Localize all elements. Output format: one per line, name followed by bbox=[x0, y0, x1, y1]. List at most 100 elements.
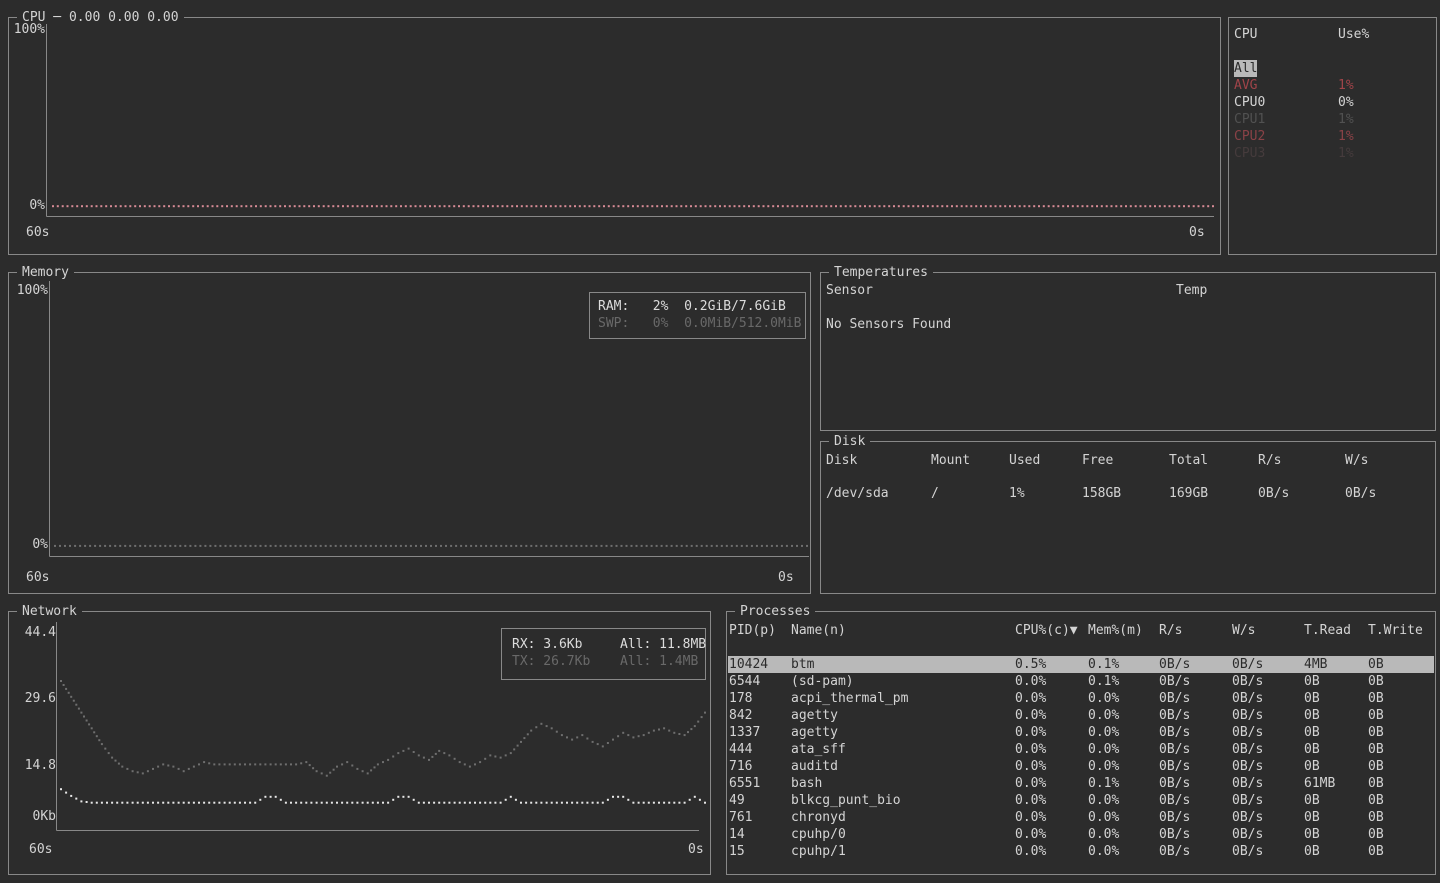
process-cell: 0B bbox=[1368, 775, 1434, 792]
selected-entry-highlight: All bbox=[1234, 60, 1257, 77]
process-row[interactable]: 1337agetty0.0%0.0%0B/s0B/s0B0B bbox=[728, 724, 1434, 741]
cpu-xlabel-right: 0s bbox=[1189, 224, 1205, 241]
network-xlabel-right: 0s bbox=[688, 841, 704, 858]
process-cell: 0B bbox=[1368, 673, 1434, 690]
process-cell: 0B bbox=[1304, 741, 1368, 758]
network-tx-current: TX: 26.7Kb bbox=[512, 653, 590, 670]
processes-header-row: PID(p) Name(n) CPU%(c)▼ Mem%(m) R/s W/s … bbox=[728, 622, 1434, 639]
process-cell: bash bbox=[791, 775, 1015, 792]
process-cell: 0B/s bbox=[1232, 809, 1304, 826]
process-row[interactable]: 6544(sd-pam)0.0%0.1%0B/s0B/s0B0B bbox=[728, 673, 1434, 690]
cpu-legend-name: CPU3 bbox=[1234, 145, 1338, 162]
process-cell: 1337 bbox=[729, 724, 791, 741]
cpu-legend-name: All bbox=[1234, 60, 1338, 77]
process-cell: 6551 bbox=[729, 775, 791, 792]
process-cell: 0B bbox=[1304, 690, 1368, 707]
process-cell: blkcg_punt_bio bbox=[791, 792, 1015, 809]
temperatures-empty-message: No Sensors Found bbox=[826, 316, 951, 333]
process-row[interactable]: 842agetty0.0%0.0%0B/s0B/s0B0B bbox=[728, 707, 1434, 724]
processes-col-mem[interactable]: Mem%(m) bbox=[1088, 622, 1159, 639]
process-cell: 0.0% bbox=[1088, 707, 1159, 724]
cpu-legend-row-cpu3[interactable]: CPU31% bbox=[1229, 145, 1436, 162]
processes-col-tread[interactable]: T.Read bbox=[1304, 622, 1368, 639]
process-row[interactable]: 49blkcg_punt_bio0.0%0.0%0B/s0B/s0B0B bbox=[728, 792, 1434, 809]
process-cell: 0.0% bbox=[1015, 673, 1088, 690]
temperatures-col-temp: Temp bbox=[1176, 282, 1207, 299]
cpu-legend-use: 1% bbox=[1338, 145, 1436, 162]
cpu-legend-use: 1% bbox=[1338, 111, 1436, 128]
process-cell: 0B/s bbox=[1159, 843, 1232, 860]
process-cell: 0.0% bbox=[1015, 775, 1088, 792]
process-cell: 0B bbox=[1368, 826, 1434, 843]
network-ylabel-3: 44.4 bbox=[13, 624, 56, 641]
cpu-legend-col-use: Use% bbox=[1338, 26, 1436, 43]
disk-cell: 0B/s bbox=[1258, 485, 1345, 502]
cpu-legend-row-cpu2[interactable]: CPU21% bbox=[1229, 128, 1436, 145]
processes-col-pid[interactable]: PID(p) bbox=[729, 622, 791, 639]
network-legend: RX: 3.6Kb All: 11.8MB TX: 26.7Kb All: 1.… bbox=[501, 628, 706, 680]
process-cell: 0B bbox=[1304, 843, 1368, 860]
network-rx-current: RX: 3.6Kb bbox=[512, 636, 582, 653]
temperatures-panel[interactable]: Temperatures Sensor Temp No Sensors Foun… bbox=[820, 272, 1436, 431]
process-cell: agetty bbox=[791, 707, 1015, 724]
processes-col-name[interactable]: Name(n) bbox=[791, 622, 1015, 639]
disk-cell: / bbox=[931, 485, 1009, 502]
process-cell: 0B/s bbox=[1232, 656, 1304, 673]
process-cell: 15 bbox=[729, 843, 791, 860]
processes-col-rs[interactable]: R/s bbox=[1159, 622, 1232, 639]
disk-panel-title: Disk bbox=[829, 433, 870, 450]
process-row[interactable]: 716auditd0.0%0.0%0B/s0B/s0B0B bbox=[728, 758, 1434, 775]
process-cell: 61MB bbox=[1304, 775, 1368, 792]
cpu-legend-row-cpu1[interactable]: CPU11% bbox=[1229, 111, 1436, 128]
process-cell: auditd bbox=[791, 758, 1015, 775]
cpu-legend-panel[interactable]: CPU Use% AllAVG1%CPU00%CPU11%CPU21%CPU31… bbox=[1228, 17, 1437, 255]
disk-panel[interactable]: Disk Disk Mount Used Free Total R/s W/s … bbox=[820, 441, 1436, 594]
memory-panel[interactable]: Memory 100% 0% 60s 0s RAM: 2% 0.2GiB/7.6… bbox=[8, 272, 811, 594]
processes-col-ws[interactable]: W/s bbox=[1232, 622, 1304, 639]
process-cell: 0.1% bbox=[1088, 775, 1159, 792]
process-cell: 0B bbox=[1304, 758, 1368, 775]
process-row[interactable]: 6551bash0.0%0.1%0B/s0B/s61MB0B bbox=[728, 775, 1434, 792]
disk-row[interactable]: /dev/sda/1%158GB169GB0B/s0B/s bbox=[822, 485, 1434, 502]
processes-panel[interactable]: Processes PID(p) Name(n) CPU%(c)▼ Mem%(m… bbox=[726, 611, 1436, 875]
process-cell: 0B/s bbox=[1232, 758, 1304, 775]
processes-col-twrite[interactable]: T.Write bbox=[1368, 622, 1434, 639]
cpu-legend-use: 1% bbox=[1338, 128, 1436, 145]
process-row[interactable]: 444ata_sff0.0%0.0%0B/s0B/s0B0B bbox=[728, 741, 1434, 758]
process-cell: 0B/s bbox=[1159, 673, 1232, 690]
process-cell: 0B bbox=[1368, 809, 1434, 826]
memory-swap-stat: SWP: 0% 0.0MiB/512.0MiB bbox=[598, 315, 802, 332]
process-cell: btm bbox=[791, 656, 1015, 673]
process-cell: 0B bbox=[1304, 724, 1368, 741]
process-cell: 0.0% bbox=[1088, 843, 1159, 860]
cpu-ylabel-bottom: 0% bbox=[11, 197, 45, 214]
processes-panel-title: Processes bbox=[735, 603, 815, 620]
process-cell: 0B bbox=[1368, 707, 1434, 724]
process-cell: 761 bbox=[729, 809, 791, 826]
cpu-legend-row-avg[interactable]: AVG1% bbox=[1229, 77, 1436, 94]
network-panel[interactable]: Network 44.4 29.6 14.8 0Kb 60s 0s RX: 3.… bbox=[8, 611, 711, 875]
process-cell: 716 bbox=[729, 758, 791, 775]
process-row[interactable]: 15cpuhp/10.0%0.0%0B/s0B/s0B0B bbox=[728, 843, 1434, 860]
cpu-legend-row-all[interactable]: All bbox=[1229, 60, 1436, 77]
process-cell: 178 bbox=[729, 690, 791, 707]
memory-xlabel-left: 60s bbox=[26, 569, 49, 586]
process-cell: 0B/s bbox=[1232, 792, 1304, 809]
cpu-legend-row-cpu0[interactable]: CPU00% bbox=[1229, 94, 1436, 111]
process-row[interactable]: 178acpi_thermal_pm0.0%0.0%0B/s0B/s0B0B bbox=[728, 690, 1434, 707]
cpu-panel[interactable]: CPU ─ 0.00 0.00 0.00 100% 0% 60s 0s bbox=[8, 17, 1221, 255]
process-cell: 0.0% bbox=[1015, 826, 1088, 843]
cpu-xlabel-left: 60s bbox=[26, 224, 49, 241]
network-tx-row: TX: 26.7Kb All: 1.4MB bbox=[502, 653, 705, 670]
process-cell: 4MB bbox=[1304, 656, 1368, 673]
processes-col-cpu[interactable]: CPU%(c)▼ bbox=[1015, 622, 1088, 639]
process-cell: 0.1% bbox=[1088, 673, 1159, 690]
disk-cell: 0B/s bbox=[1345, 485, 1434, 502]
disk-cell: 169GB bbox=[1169, 485, 1258, 502]
process-row[interactable]: 10424btm0.5%0.1%0B/s0B/s4MB0B bbox=[728, 656, 1434, 673]
process-cell: chronyd bbox=[791, 809, 1015, 826]
process-cell: 0.0% bbox=[1088, 792, 1159, 809]
process-row[interactable]: 761chronyd0.0%0.0%0B/s0B/s0B0B bbox=[728, 809, 1434, 826]
process-row[interactable]: 14cpuhp/00.0%0.0%0B/s0B/s0B0B bbox=[728, 826, 1434, 843]
process-cell: cpuhp/0 bbox=[791, 826, 1015, 843]
